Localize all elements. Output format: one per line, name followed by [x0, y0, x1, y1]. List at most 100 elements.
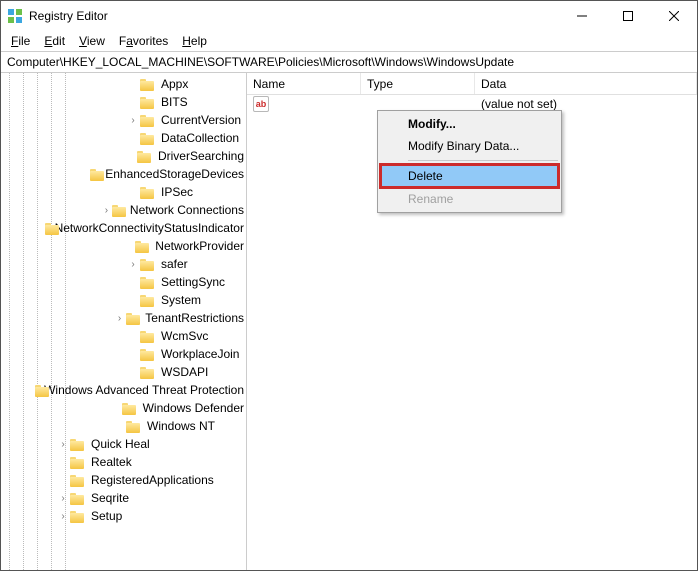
tree-item[interactable]: Appx: [1, 75, 246, 93]
tree-item[interactable]: ›CurrentVersion: [1, 111, 246, 129]
context-menu-delete[interactable]: Delete: [379, 163, 560, 189]
expander-none: [127, 276, 139, 288]
column-name[interactable]: Name: [247, 73, 361, 94]
tree-item[interactable]: DriverSearching: [1, 147, 246, 165]
window-buttons: [559, 1, 697, 31]
expander-none: [127, 330, 139, 342]
tree-item-label: safer: [159, 257, 190, 271]
tree-item-label: NetworkProvider: [153, 239, 246, 253]
tree-item-label: Windows NT: [145, 419, 217, 433]
expander-none: [109, 402, 121, 414]
tree-item[interactable]: DataCollection: [1, 129, 246, 147]
tree-item[interactable]: Realtek: [1, 453, 246, 471]
tree-item[interactable]: Windows Defender: [1, 399, 246, 417]
tree-item-label: Network Connections: [128, 203, 246, 217]
tree-item-label: Realtek: [89, 455, 134, 469]
folder-icon: [140, 293, 156, 307]
row-name-cell: ab: [247, 96, 361, 112]
expander-collapsed-icon[interactable]: ›: [57, 510, 69, 522]
expander-none: [125, 150, 137, 162]
tree-item-label: Seqrite: [89, 491, 131, 505]
tree-item[interactable]: › TenantRestrictions: [1, 309, 246, 327]
folder-icon: [140, 185, 156, 199]
expander-none: [31, 384, 34, 396]
folder-icon: [45, 221, 50, 235]
tree-item[interactable]: › safer: [1, 255, 246, 273]
folder-icon: [70, 455, 86, 469]
tree-item-label: System: [159, 293, 203, 307]
window-title: Registry Editor: [29, 9, 559, 23]
tree-item[interactable]: RegisteredApplications: [1, 471, 246, 489]
tree: Appx BITS ›CurrentVersionDataCollection Dri…: [1, 73, 246, 525]
expander-none: [127, 348, 139, 360]
menu-view[interactable]: View: [73, 33, 111, 49]
address-bar: [1, 51, 697, 73]
tree-item[interactable]: BITS: [1, 93, 246, 111]
registry-editor-window: Registry Editor File Edit View Favorites…: [0, 0, 698, 571]
tree-item[interactable]: › Network Connections: [1, 201, 246, 219]
tree-item-label: RegisteredApplications: [89, 473, 216, 487]
expander-none: [127, 132, 139, 144]
address-input[interactable]: [5, 54, 697, 70]
menu-file[interactable]: File: [5, 33, 36, 49]
folder-icon: [126, 311, 140, 325]
menu-edit[interactable]: Edit: [38, 33, 71, 49]
expander-none: [81, 168, 89, 180]
expander-collapsed-icon[interactable]: ›: [57, 438, 69, 450]
tree-item-label: Windows Defender: [141, 401, 246, 415]
folder-icon: [70, 491, 86, 505]
tree-item[interactable]: Windows Advanced Threat Protection: [1, 381, 246, 399]
folder-icon: [35, 383, 39, 397]
menubar: File Edit View Favorites Help: [1, 31, 697, 51]
expander-collapsed-icon[interactable]: ›: [127, 258, 139, 270]
folder-icon: [140, 275, 156, 289]
tree-item[interactable]: IPSec: [1, 183, 246, 201]
expander-none: [57, 456, 69, 468]
context-menu-rename[interactable]: Rename: [380, 188, 559, 210]
column-data[interactable]: Data: [475, 73, 697, 94]
tree-item-label: WSDAPI: [159, 365, 210, 379]
row-data: (value not set): [475, 97, 697, 111]
tree-item-label: Quick Heal: [89, 437, 152, 451]
tree-item-label: TenantRestrictions: [143, 311, 246, 325]
tree-item[interactable]: Windows NT: [1, 417, 246, 435]
tree-item[interactable]: System: [1, 291, 246, 309]
tree-item[interactable]: WSDAPI: [1, 363, 246, 381]
list-pane[interactable]: Name Type Data ab (value not set) Modify…: [247, 73, 697, 570]
tree-item[interactable]: WcmSvc: [1, 327, 246, 345]
folder-icon: [126, 419, 142, 433]
tree-item-label: NetworkConnectivityStatusIndicator: [53, 221, 246, 235]
main-split: Appx BITS ›CurrentVersionDataCollection Dri…: [1, 73, 697, 570]
tree-item-label: DriverSearching: [156, 149, 246, 163]
menu-favorites[interactable]: Favorites: [113, 33, 174, 49]
tree-item[interactable]: ›Setup: [1, 507, 246, 525]
tree-item-label: BITS: [159, 95, 190, 109]
expander-collapsed-icon[interactable]: ›: [102, 204, 112, 216]
maximize-button[interactable]: [605, 1, 651, 31]
tree-item[interactable]: SettingSync: [1, 273, 246, 291]
minimize-button[interactable]: [559, 1, 605, 31]
tree-item[interactable]: NetworkProvider: [1, 237, 246, 255]
expander-collapsed-icon[interactable]: ›: [114, 312, 125, 324]
expander-collapsed-icon[interactable]: ›: [57, 492, 69, 504]
tree-item[interactable]: WorkplaceJoin: [1, 345, 246, 363]
column-type[interactable]: Type: [361, 73, 475, 94]
folder-icon: [137, 149, 153, 163]
expander-collapsed-icon[interactable]: ›: [127, 114, 139, 126]
folder-icon: [140, 95, 156, 109]
context-menu-modify-binary[interactable]: Modify Binary Data...: [380, 135, 559, 157]
registry-editor-icon: [7, 8, 23, 24]
expander-none: [127, 186, 139, 198]
tree-item[interactable]: NetworkConnectivityStatusIndicator: [1, 219, 246, 237]
tree-item[interactable]: › Seqrite: [1, 489, 246, 507]
tree-item-label: WcmSvc: [159, 329, 210, 343]
close-button[interactable]: [651, 1, 697, 31]
tree-item-label: IPSec: [159, 185, 195, 199]
tree-item[interactable]: › Quick Heal: [1, 435, 246, 453]
menu-help[interactable]: Help: [176, 33, 213, 49]
tree-item[interactable]: EnhancedStorageDevices: [1, 165, 246, 183]
tree-pane[interactable]: Appx BITS ›CurrentVersionDataCollection Dri…: [1, 73, 247, 570]
folder-icon: [70, 509, 86, 523]
folder-icon: [135, 239, 150, 253]
context-menu-modify[interactable]: Modify...: [380, 113, 559, 135]
